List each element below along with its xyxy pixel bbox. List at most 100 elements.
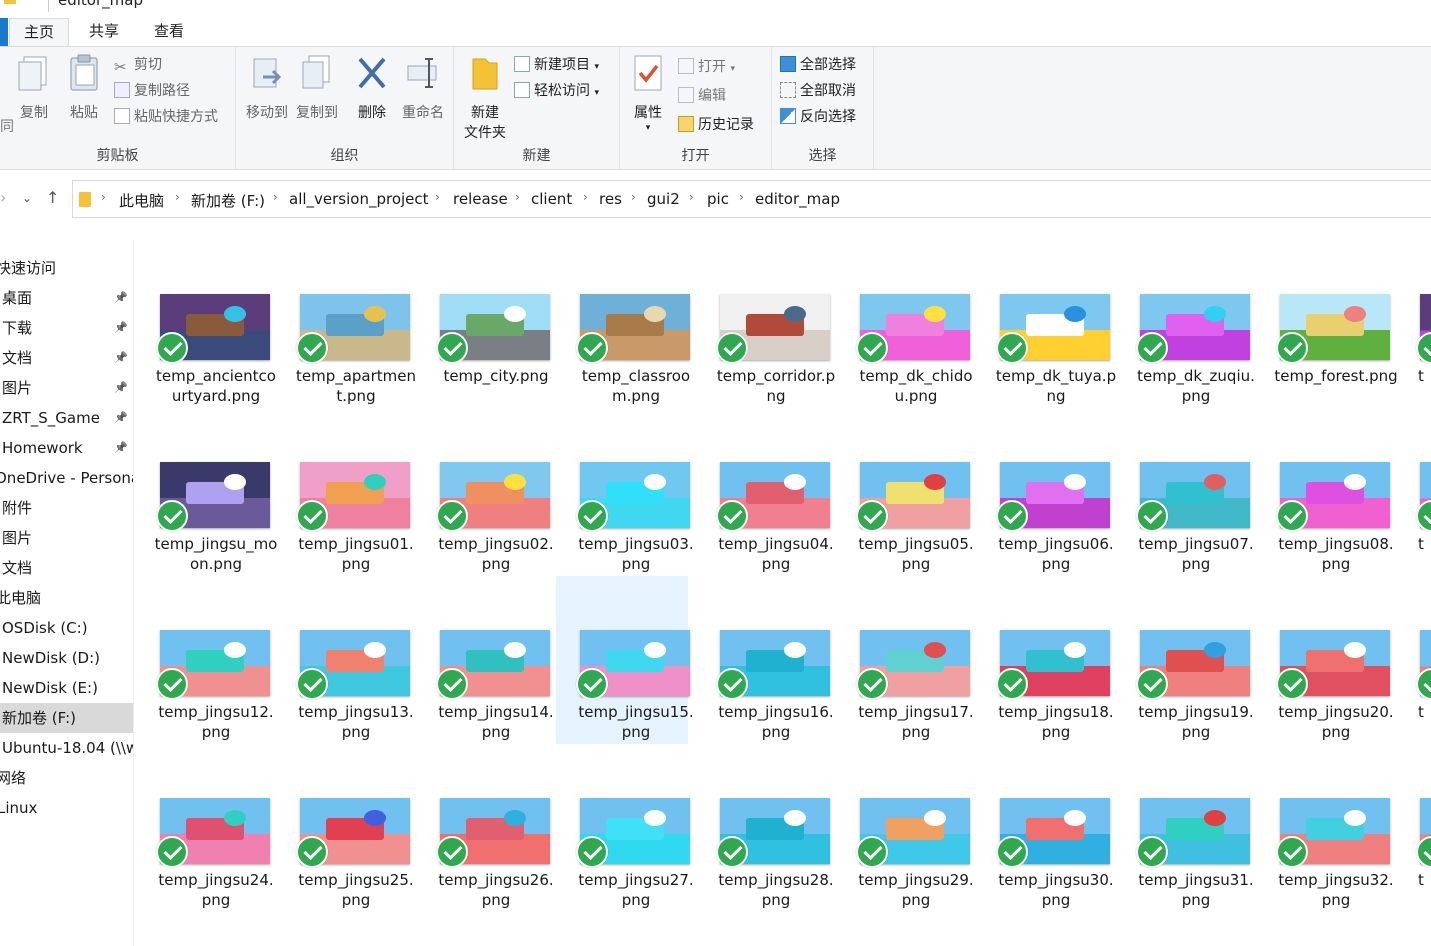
pin-icon[interactable]: 📌	[114, 403, 128, 433]
forward-arrow-icon[interactable]: ›	[0, 188, 6, 207]
nav-item[interactable]: Ubuntu-18.04 (\\w	[0, 733, 133, 763]
file-item[interactable]: temp_jingsu03.png	[556, 408, 694, 576]
crumb-separator-icon[interactable]: ›	[101, 190, 106, 204]
pin-icon[interactable]: 📌	[114, 373, 128, 403]
file-item-partial[interactable]: t	[1396, 240, 1431, 408]
paste-shortcut-button[interactable]: 粘贴快捷方式	[114, 105, 218, 129]
file-item[interactable]: temp_jingsu32.png	[1256, 744, 1394, 912]
copy-to-button[interactable]: 复制到	[292, 53, 342, 123]
file-item[interactable]: temp_jingsu_moon.png	[140, 408, 277, 576]
file-item[interactable]: temp_jingsu25.png	[276, 744, 414, 912]
file-item[interactable]: temp_jingsu19.png	[1116, 576, 1254, 744]
nav-item[interactable]: NewDisk (E:)	[0, 673, 133, 703]
file-item[interactable]: temp_jingsu28.png	[696, 744, 834, 912]
copy-button[interactable]: 复制	[12, 53, 56, 123]
nav-item[interactable]: 附件	[0, 493, 133, 523]
crumb-separator-icon[interactable]: ›	[631, 190, 636, 204]
crumb-separator-icon[interactable]: ›	[273, 190, 278, 204]
file-item[interactable]: temp_jingsu24.png	[140, 744, 274, 912]
crumb-gui2[interactable]: gui2	[647, 190, 680, 208]
file-item[interactable]: temp_jingsu26.png	[416, 744, 554, 912]
paste-button[interactable]: 粘贴	[62, 53, 106, 123]
crumb-editor-map[interactable]: editor_map	[755, 190, 840, 208]
file-item-partial[interactable]: t	[1396, 408, 1431, 576]
file-item[interactable]: temp_jingsu20.png	[1256, 576, 1394, 744]
nav-item[interactable]: 网络	[0, 763, 133, 793]
file-item[interactable]: temp_jingsu15.png	[556, 576, 694, 744]
nav-item[interactable]: 新加卷 (F:)	[0, 703, 133, 733]
delete-button[interactable]: 删除	[352, 53, 392, 123]
nav-item[interactable]: 此电脑	[0, 583, 133, 613]
file-item-partial[interactable]: t	[1396, 576, 1431, 744]
crumb-release[interactable]: release	[453, 190, 508, 208]
file-item[interactable]: temp_jingsu29.png	[836, 744, 974, 912]
recent-locations-chevron-icon[interactable]: ⌄	[22, 191, 32, 205]
file-item[interactable]: temp_jingsu12.png	[140, 576, 274, 744]
file-item[interactable]: temp_forest.png	[1256, 240, 1398, 408]
crumb-separator-icon[interactable]: ›	[583, 190, 588, 204]
new-folder-button[interactable]: 新建 文件夹	[460, 53, 510, 143]
address-bar[interactable]: › 此电脑 › 新加卷 (F:) › all_version_project ›…	[72, 180, 1431, 218]
nav-item[interactable]: NewDisk (D:)	[0, 643, 133, 673]
file-item[interactable]: temp_apartment.png	[276, 240, 416, 408]
pin-icon[interactable]: 📌	[114, 313, 128, 343]
file-item[interactable]: temp_ancientcourtyard.png	[140, 240, 276, 408]
rename-button[interactable]: 重命名	[398, 53, 448, 123]
file-item[interactable]: temp_jingsu04.png	[696, 408, 834, 576]
crumb-all-version-project[interactable]: all_version_project	[289, 190, 429, 208]
tab-share[interactable]: 共享	[74, 18, 134, 46]
file-item[interactable]: temp_jingsu07.png	[1116, 408, 1254, 576]
easy-access-button[interactable]: 轻松访问 ▾	[514, 79, 599, 103]
properties-button[interactable]: 属性 ▾	[628, 53, 668, 133]
file-item[interactable]: temp_jingsu16.png	[696, 576, 834, 744]
file-item[interactable]: temp_dk_tuya.png	[976, 240, 1116, 408]
crumb-separator-icon[interactable]: ›	[739, 190, 744, 204]
nav-item[interactable]: 文档	[0, 553, 133, 583]
new-item-button[interactable]: 新建项目 ▾	[514, 53, 599, 77]
chevron-down-icon[interactable]: ▾	[28, 0, 33, 3]
file-item[interactable]: temp_jingsu27.png	[556, 744, 694, 912]
file-item[interactable]: temp_jingsu14.png	[416, 576, 554, 744]
crumb-drive-f[interactable]: 新加卷 (F:)	[191, 190, 265, 211]
file-item[interactable]: temp_corridor.png	[696, 240, 835, 408]
file-item[interactable]: temp_jingsu08.png	[1256, 408, 1394, 576]
nav-item[interactable]: OSDisk (C:)	[0, 613, 133, 643]
open-button[interactable]: 打开 ▾	[678, 55, 735, 79]
nav-item[interactable]: ZRT_S_Game 📌	[0, 403, 133, 433]
edit-button[interactable]: 编辑	[678, 84, 726, 108]
file-item[interactable]: temp_dk_zuqiu.png	[1116, 240, 1255, 408]
pin-icon[interactable]: 📌	[114, 283, 128, 313]
file-item[interactable]: temp_jingsu01.png	[276, 408, 414, 576]
invert-selection-button[interactable]: 反向选择	[780, 105, 856, 129]
crumb-pic[interactable]: pic	[707, 190, 729, 208]
nav-item[interactable]: 图片	[0, 523, 133, 553]
select-all-button[interactable]: 全部选择	[780, 53, 856, 77]
crumb-client[interactable]: client	[531, 190, 572, 208]
file-item[interactable]: temp_jingsu30.png	[976, 744, 1114, 912]
cut-button[interactable]: ✂ 剪切	[114, 53, 162, 77]
nav-item[interactable]: Homework 📌	[0, 433, 133, 463]
file-item[interactable]: temp_city.png	[416, 240, 550, 408]
nav-item[interactable]: 文档 📌	[0, 343, 133, 373]
nav-item[interactable]: OneDrive - Persona	[0, 463, 133, 493]
nav-item[interactable]: 图片 📌	[0, 373, 133, 403]
up-arrow-icon[interactable]: ↑	[46, 188, 59, 207]
file-item[interactable]: temp_jingsu13.png	[276, 576, 414, 744]
crumb-separator-icon[interactable]: ›	[689, 190, 694, 204]
nav-item[interactable]: Linux	[0, 793, 133, 823]
file-item[interactable]: temp_jingsu31.png	[1116, 744, 1254, 912]
file-item[interactable]: temp_jingsu17.png	[836, 576, 974, 744]
file-item[interactable]: temp_jingsu06.png	[976, 408, 1114, 576]
tab-home[interactable]: 主页	[9, 18, 69, 46]
nav-item[interactable]: 桌面 📌	[0, 283, 133, 313]
move-to-button[interactable]: 移动到	[242, 53, 292, 123]
nav-item[interactable]: 下载 📌	[0, 313, 133, 343]
crumb-separator-icon[interactable]: ›	[175, 190, 180, 204]
file-item-partial[interactable]: t	[1396, 744, 1431, 912]
crumb-separator-icon[interactable]: ›	[515, 190, 520, 204]
copy-path-button[interactable]: 复制路径	[114, 79, 190, 103]
crumb-this-pc[interactable]: 此电脑	[119, 190, 164, 211]
file-item[interactable]: temp_dk_chidou.png	[836, 240, 973, 408]
tab-view[interactable]: 查看	[139, 18, 199, 46]
nav-item[interactable]: 快速访问	[0, 253, 133, 283]
